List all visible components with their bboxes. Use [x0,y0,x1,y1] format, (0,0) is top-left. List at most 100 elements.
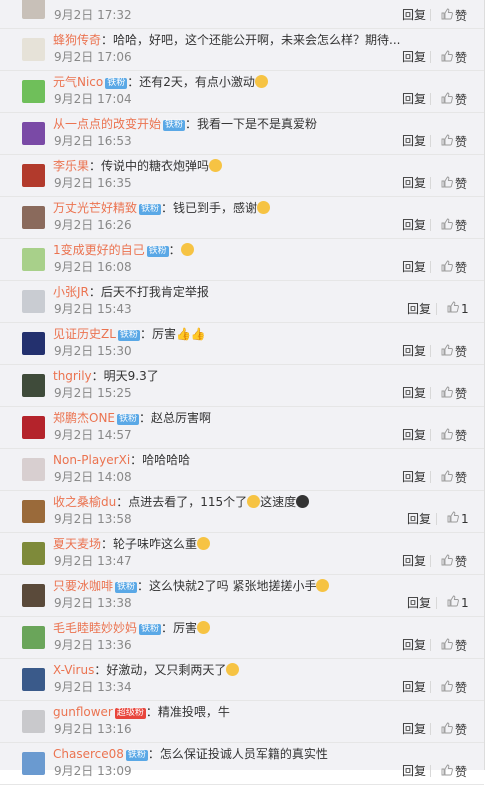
reply-button[interactable]: 回复 [407,302,431,316]
avatar[interactable] [22,668,45,691]
like-button[interactable]: 1 [447,301,469,316]
reply-button[interactable]: 回复 [402,428,426,442]
action-divider [430,555,431,567]
thumbs-up-icon [441,428,453,443]
avatar[interactable] [22,38,45,61]
username-link[interactable]: 夏天麦场 [53,537,101,551]
avatar[interactable] [22,584,45,607]
fan-badge: 铁粉 [115,582,138,593]
comment-text: ：轮子味咋这么重 [101,537,198,551]
reply-button[interactable]: 回复 [402,344,426,358]
reply-button[interactable]: 回复 [407,596,431,610]
comment-time: 9月2日 17:32 [54,8,132,22]
avatar[interactable] [22,332,45,355]
reply-button[interactable]: 回复 [402,470,426,484]
comment-line: 李乐果：传说中的糖衣炮弹吗 [53,158,223,174]
reply-button[interactable]: 回复 [402,722,426,736]
username-link[interactable]: 从一点点的改变开始 [53,117,161,131]
reply-button[interactable]: 回复 [402,260,426,274]
like-button[interactable]: 赞 [441,7,467,24]
reply-button[interactable]: 回复 [402,764,426,778]
like-button[interactable]: 1 [447,595,469,610]
avatar[interactable] [22,458,45,481]
scrollbar[interactable] [485,0,499,770]
reply-button[interactable]: 回复 [402,8,426,22]
like-button[interactable]: 赞 [441,427,467,444]
like-label: 赞 [455,723,468,737]
avatar[interactable] [22,248,45,271]
reply-button[interactable]: 回复 [402,386,426,400]
reply-button[interactable]: 回复 [402,176,426,190]
avatar[interactable] [22,542,45,565]
reply-button[interactable]: 回复 [402,554,426,568]
thumbs-up-icon [441,638,453,653]
like-button[interactable]: 赞 [441,637,467,654]
reply-button[interactable]: 回复 [402,92,426,106]
comment-row: 9月2日 17:32 回复 赞 [0,0,484,29]
comment-row: 夏天麦场：轮子味咋这么重 9月2日 13:47 回复 赞 [0,533,484,575]
avatar[interactable] [22,206,45,229]
username-link[interactable]: 只要冰咖啡 [53,579,113,593]
username-link[interactable]: 万丈光芒好精致 [53,201,137,215]
like-label: 赞 [455,429,468,443]
avatar[interactable] [22,290,45,313]
avatar[interactable] [22,626,45,649]
action-divider [430,681,431,693]
thumbs-up-icon [447,511,459,526]
username-link[interactable]: gunflower [53,705,113,719]
like-button[interactable]: 赞 [441,679,467,696]
username-link[interactable]: 收之桑榆du [53,495,116,509]
like-button[interactable]: 赞 [441,91,467,108]
username-link[interactable]: 1变成更好的自己 [53,243,145,257]
reply-button[interactable]: 回复 [407,512,431,526]
reply-button[interactable]: 回复 [402,638,426,652]
comment-text: ：赵总厉害啊 [139,411,212,425]
avatar[interactable] [22,80,45,103]
like-button[interactable]: 赞 [441,217,467,234]
username-link[interactable]: Chaserce08 [53,747,124,761]
like-button[interactable]: 赞 [441,553,467,570]
username-link[interactable]: thgrily [53,369,92,383]
reply-button[interactable]: 回复 [402,218,426,232]
avatar[interactable] [22,122,45,145]
like-button[interactable]: 赞 [441,175,467,192]
username-link[interactable]: 蜂狗传奇 [53,33,101,47]
reply-button[interactable]: 回复 [402,50,426,64]
username-link[interactable]: 郑鹏杰ONE [53,411,115,425]
avatar[interactable] [22,0,45,19]
like-button[interactable]: 赞 [441,469,467,486]
like-button[interactable]: 赞 [441,721,467,738]
hug-face-icon [257,201,271,214]
like-button[interactable]: 赞 [441,49,467,66]
like-button[interactable]: 赞 [441,385,467,402]
comment-time: 9月2日 15:30 [54,344,132,358]
avatar[interactable] [22,752,45,775]
like-button[interactable]: 赞 [441,763,467,780]
avatar[interactable] [22,710,45,733]
scream-face-icon [226,663,240,676]
reply-button[interactable]: 回复 [402,680,426,694]
username-link[interactable]: 李乐果 [53,159,89,173]
action-divider [430,135,431,147]
username-link[interactable]: 元气Nico [53,75,103,89]
comment-line: X-Virus：好激动，又只剩两天了 [53,662,240,678]
comment-row: 收之桑榆du：点进去看了，115个了 这速度 9月2日 13:58 回复 1 [0,491,484,533]
like-button[interactable]: 赞 [441,259,467,276]
avatar[interactable] [22,500,45,523]
reply-button[interactable]: 回复 [402,134,426,148]
avatar[interactable] [22,164,45,187]
like-button[interactable]: 1 [447,511,469,526]
username-link[interactable]: 小张JR [53,285,89,299]
avatar[interactable] [22,374,45,397]
comment-row: 郑鹏杰ONE 铁粉 ：赵总厉害啊 9月2日 14:57 回复 赞 [0,407,484,449]
dizzy-face-icon [254,75,268,88]
username-link[interactable]: Non-PlayerXi [53,453,130,467]
fan-badge: 铁粉 [139,204,162,215]
action-divider [430,9,431,21]
avatar[interactable] [22,416,45,439]
username-link[interactable]: X-Virus [53,663,94,677]
username-link[interactable]: 见证历史ZL [53,327,116,341]
username-link[interactable]: 毛毛睦睦妙妙妈 [53,621,137,635]
like-button[interactable]: 赞 [441,133,467,150]
like-button[interactable]: 赞 [441,343,467,360]
